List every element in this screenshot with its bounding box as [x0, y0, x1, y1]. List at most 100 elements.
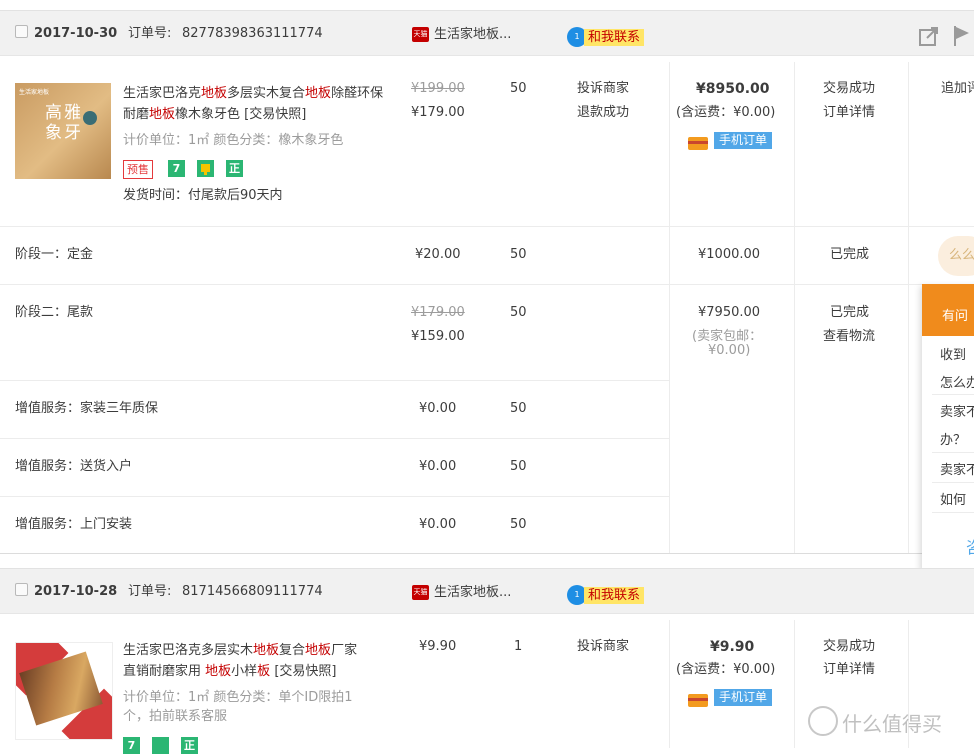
- tmall-icon: 天猫: [412, 27, 429, 42]
- product-thumbnail[interactable]: 生活家地板 高雅象牙: [15, 83, 111, 179]
- watermark-text: 什么值得买: [842, 712, 942, 736]
- service-quantity: 50: [510, 517, 527, 532]
- service-guarantee-icon: [152, 737, 169, 754]
- order-number: 82778398363111774: [182, 26, 323, 41]
- title-keyword: 地板: [305, 643, 332, 658]
- service-label: 增值服务：送货入户: [15, 459, 133, 474]
- tmall-icon: 天猫: [412, 585, 429, 600]
- service-price: ¥0.00: [419, 459, 457, 474]
- service-price: ¥0.00: [419, 517, 457, 532]
- title-segment: 复合: [279, 643, 306, 658]
- order-header: 2017-10-30 订单号: 82778398363111774 天猫 生活家…: [0, 10, 974, 56]
- faq-item[interactable]: 卖家不: [940, 459, 974, 478]
- presale-badge: 预售: [123, 160, 153, 179]
- title-segment: 生活家巴洛克多层实木: [123, 643, 254, 658]
- divider: [908, 62, 909, 554]
- order-header: 2017-10-28 订单号: 81714566809111774 天猫 生活家…: [0, 568, 974, 614]
- title-segment: 直销耐磨家用: [123, 664, 206, 679]
- stage-label: 阶段一：定金: [15, 247, 94, 262]
- service-label: 增值服务：上门安装: [15, 517, 133, 532]
- divider: [0, 380, 669, 381]
- stage-price: ¥20.00: [415, 247, 461, 262]
- product-attributes: 计价单位：1㎡ 颜色分类：橡木象牙色: [123, 133, 344, 148]
- product-attributes-cont: 个，拍前联系客服: [123, 709, 228, 724]
- unit-price: ¥9.90: [419, 639, 457, 654]
- service-label: 增值服务：家装三年质保: [15, 401, 159, 416]
- authentic-icon: 正: [226, 160, 243, 177]
- stage-label: 阶段二：尾款: [15, 305, 94, 320]
- order-number-label: 订单号:: [128, 26, 172, 41]
- title-keyword: 地板: [305, 86, 332, 101]
- stage-quantity: 50: [510, 247, 527, 262]
- divider: [669, 62, 670, 554]
- service-quantity: 50: [510, 459, 527, 474]
- product-attributes: 计价单位：1㎡ 颜色分类：单个ID限拍1: [123, 690, 353, 705]
- view-logistics-link[interactable]: 查看物流: [823, 328, 875, 346]
- stage-total: ¥1000.00: [698, 247, 761, 262]
- title-segment: 厂家: [331, 643, 358, 658]
- product-title-link[interactable]: 生活家巴洛克多层实木地板复合地板厂家 直销耐磨家用 地板小样板 [交易快照]: [123, 640, 398, 682]
- stage-total: ¥7950.00: [698, 305, 761, 320]
- faq-item[interactable]: 卖家不: [940, 401, 974, 420]
- service-guarantee-icon: [197, 160, 214, 177]
- quantity: 50: [510, 81, 527, 96]
- shop-name-link[interactable]: 生活家地板...: [434, 26, 511, 44]
- divider: [0, 438, 669, 439]
- complain-seller-link[interactable]: 投诉商家: [577, 638, 629, 656]
- contact-seller-label: 和我联系: [584, 587, 645, 604]
- original-price: ¥199.00: [411, 81, 465, 96]
- divider: [932, 482, 974, 483]
- divider: [932, 512, 974, 513]
- stage-status: 已完成: [830, 247, 870, 262]
- title-segment: 除醛: [331, 86, 358, 101]
- help-chat-title: 有问: [942, 309, 969, 324]
- order-date: 2017-10-28: [34, 584, 118, 599]
- share-icon[interactable]: [918, 25, 940, 47]
- title-segment: 小样: [231, 664, 258, 679]
- help-chat-panel[interactable]: 有问 收到 怎么办 卖家不 办？ 卖家不 如何 咨: [922, 284, 974, 570]
- order-total: ¥8950.00: [696, 81, 770, 97]
- order-checkbox[interactable]: [15, 583, 28, 596]
- divider: [794, 620, 795, 748]
- title-segment: 多层实木复合: [227, 86, 306, 101]
- shipping-fee: (含运费：¥0.00): [676, 105, 776, 120]
- shipping-fee: (含运费：¥0.00): [676, 662, 776, 677]
- order-details-link[interactable]: 订单详情: [823, 661, 875, 679]
- unit-price: ¥179.00: [411, 105, 465, 120]
- shipping-time: 发货时间：付尾款后90天内: [123, 188, 283, 203]
- service-quantity: 50: [510, 401, 527, 416]
- divider: [0, 553, 974, 554]
- title-keyword: 地板: [201, 86, 228, 101]
- assistant-bubble[interactable]: 么么: [938, 236, 974, 276]
- product-title-link[interactable]: 生活家巴洛克地板多层实木复合地板除醛环保耐磨地板橡木象牙色 [交易快照]: [123, 83, 393, 125]
- title-segment: 橡木象牙色 [交易快照]: [175, 107, 307, 122]
- help-chat-header[interactable]: 有问: [922, 284, 974, 336]
- flag-icon[interactable]: [952, 24, 972, 48]
- contact-seller-label: 和我联系: [584, 29, 645, 46]
- title-keyword: 地板: [149, 107, 176, 122]
- title-segment: 生活家巴洛克: [123, 86, 202, 101]
- faq-item-cont[interactable]: 办？: [940, 429, 966, 448]
- faq-item[interactable]: 如何: [940, 489, 966, 508]
- wallet-icon: [688, 137, 708, 150]
- faq-item-cont[interactable]: 怎么办: [940, 372, 974, 391]
- divider: [0, 284, 974, 285]
- shop-name-link[interactable]: 生活家地板...: [434, 584, 511, 602]
- stage-original-price: ¥179.00: [411, 305, 465, 320]
- consult-link[interactable]: 咨: [966, 534, 974, 558]
- faq-item[interactable]: 收到: [940, 344, 966, 363]
- mobile-order-badge: 手机订单: [714, 689, 773, 706]
- product-thumbnail[interactable]: [15, 642, 113, 740]
- divider: [669, 620, 670, 748]
- order-checkbox[interactable]: [15, 25, 28, 38]
- order-total: ¥9.90: [710, 639, 755, 655]
- title-segment: [交易快照]: [270, 664, 337, 679]
- order-details-link[interactable]: 订单详情: [823, 104, 875, 122]
- complain-seller-link[interactable]: 投诉商家: [577, 80, 629, 98]
- stage-price: ¥159.00: [411, 329, 465, 344]
- add-review-link[interactable]: 追加评: [941, 80, 974, 98]
- refund-status: 退款成功: [577, 105, 630, 120]
- authentic-icon: 正: [181, 737, 198, 754]
- seven-day-return-icon: 7: [123, 737, 140, 754]
- divider: [0, 496, 669, 497]
